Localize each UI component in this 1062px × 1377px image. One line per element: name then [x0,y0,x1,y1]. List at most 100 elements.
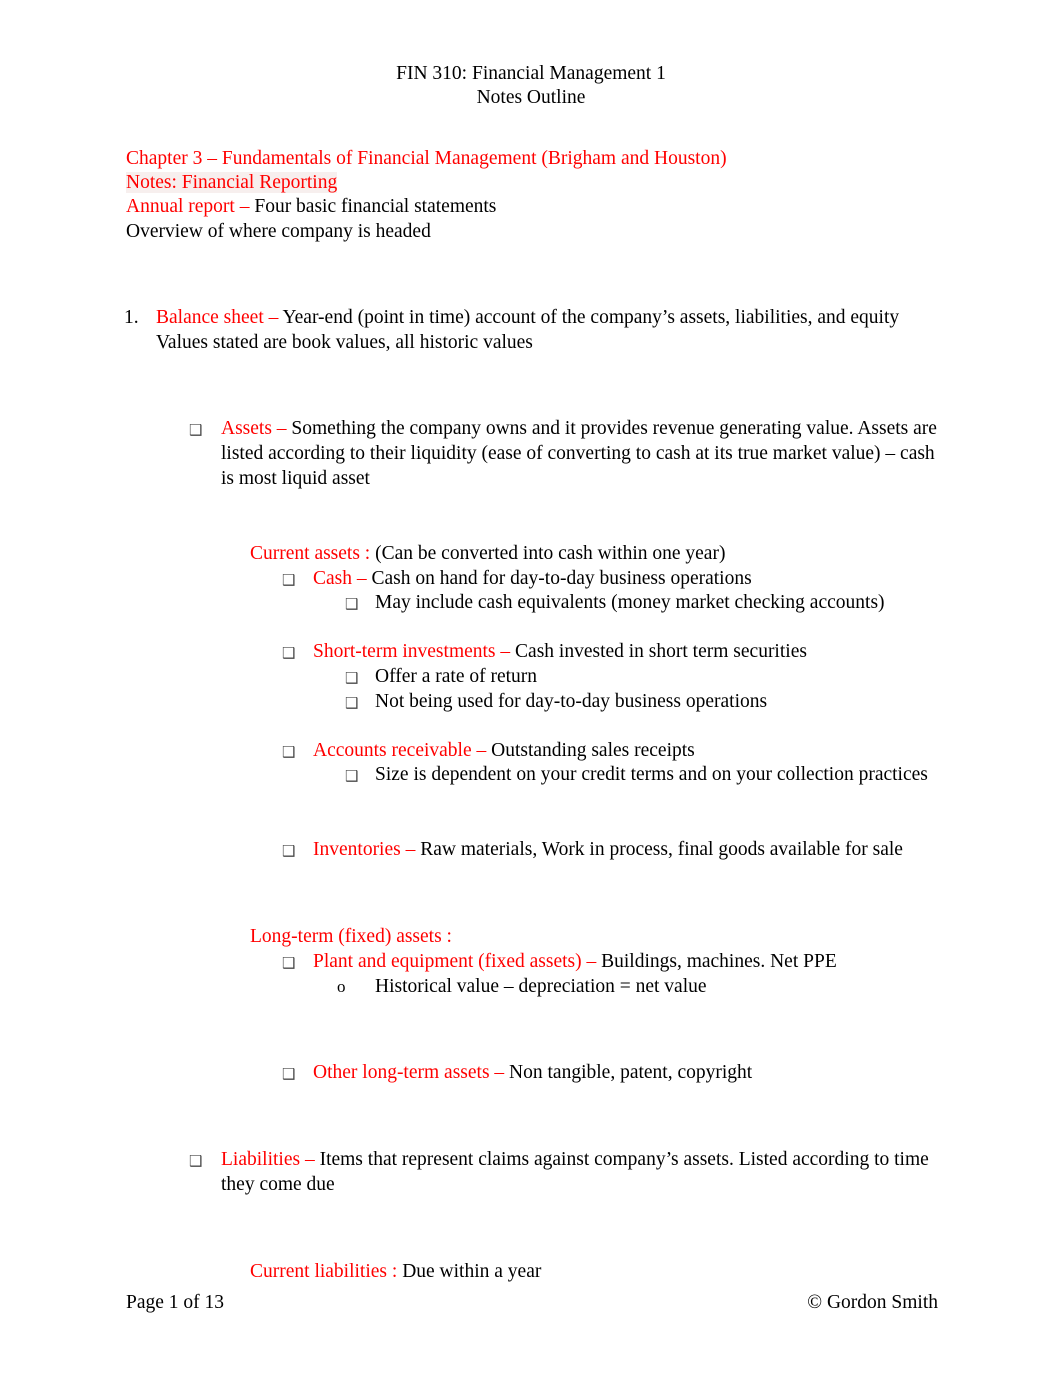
page-number: Page 1 of 13 [126,1292,225,1313]
bullet-text: Historical value – depreciation = net va… [375,975,707,997]
page-footer: Page 1 of 13 © Gordon Smith [126,1291,938,1315]
square-bullet-icon: ❑ [345,693,359,712]
cash-term: Cash – [313,567,372,589]
square-bullet-icon: ❑ [282,953,296,972]
bullet-text: Short-term investments – Cash invested i… [313,640,953,665]
bullet-text: Other long-term assets – Non tangible, p… [313,1061,953,1086]
short-term-investments-term: Short-term investments – [313,641,516,663]
liabilities-term: Liabilities – [221,1149,320,1171]
other-long-term-assets-term: Other long-term assets – [313,1062,510,1084]
notes-heading: Notes: Financial Reporting [126,172,338,194]
circle-marker-icon: o [337,976,346,996]
current-liabilities-term: Current liabilities : [250,1260,403,1282]
bullet-inventories: ❑ Inventories – Raw materials, Work in p… [282,838,953,863]
annual-report-line: Annual report – Four basic financial sta… [126,195,1006,219]
square-bullet-icon: ❑ [189,421,203,440]
chapter-heading: Chapter 3 – Fundamentals of Financial Ma… [126,148,727,169]
square-bullet-icon: ❑ [282,1065,296,1084]
inventories-definition: Raw materials, Work in process, final go… [420,839,903,861]
bullet-cash: ❑ Cash – Cash on hand for day-to-day bus… [282,567,953,592]
current-assets-heading-line: Current assets : (Can be converted into … [250,542,950,567]
bullet-text: Not being used for day-to-day business o… [375,690,768,712]
balance-sheet-term: Balance sheet – [156,306,283,328]
current-assets-term: Current assets : [250,542,376,564]
liabilities-definition: Items that represent claims against comp… [221,1149,929,1195]
notes-heading-line: Notes: Financial Reporting [126,171,1006,195]
bullet-text: May include cash equivalents (money mark… [375,592,885,614]
current-assets-definition: (Can be converted into cash within one y… [375,542,726,564]
long-term-assets-heading: Long-term (fixed) assets : [250,925,452,947]
annual-report-term: Annual report – [126,196,255,218]
square-bullet-icon: ❑ [282,570,296,589]
bullet-liabilities: ❑ Liabilities – Items that represent cla… [189,1148,947,1198]
square-bullet-icon: ❑ [282,644,296,663]
other-long-term-assets-definition: Non tangible, patent, copyright [509,1062,753,1084]
bullet-assets: ❑ Assets – Something the company owns an… [189,417,947,491]
bullet-text: Liabilities – Items that represent claim… [221,1148,947,1198]
outline-item-balance-sheet: 1. Balance sheet – Year-end (point in ti… [124,306,946,331]
plant-equipment-definition: Buildings, machines. Net PPE [601,950,837,972]
bullet-historical-value: o Historical value – depreciation = net … [337,975,950,1000]
square-bullet-icon: ❑ [282,842,296,861]
current-liabilities-definition: Due within a year [402,1260,542,1282]
document-page: FIN 310: Financial Management 1 Notes Ou… [0,0,1062,1377]
bullet-text: Inventories – Raw materials, Work in pro… [313,838,953,863]
assets-term: Assets – [221,418,292,440]
bullet-credit-terms: ❑ Size is dependent on your credit terms… [345,763,950,788]
square-bullet-icon: ❑ [345,595,359,614]
annual-report-definition: Four basic financial statements [254,196,497,218]
document-title: FIN 310: Financial Management 1 [396,63,666,84]
bullet-not-day-to-day: ❑ Not being used for day-to-day business… [345,690,950,715]
assets-definition: Something the company owns and it provid… [221,418,937,489]
overview-line: Overview of where company is headed [126,220,431,242]
bullet-text: Accounts receivable – Outstanding sales … [313,739,953,764]
document-subtitle: Notes Outline [476,86,586,108]
bullet-rate-of-return: ❑ Offer a rate of return [345,665,950,690]
square-bullet-icon: ❑ [345,668,359,687]
bullet-text: Offer a rate of return [375,665,538,687]
bullet-text: Cash – Cash on hand for day-to-day busin… [313,567,953,592]
balance-sheet-definition: Year-end (point in time) account of the … [282,306,900,328]
current-liabilities-line: Current liabilities : Due within a year [250,1260,950,1285]
bullet-other-long-term-assets: ❑ Other long-term assets – Non tangible,… [282,1061,953,1086]
page-content: FIN 310: Financial Management 1 Notes Ou… [0,0,1062,1285]
inventories-term: Inventories – [313,839,421,861]
bullet-accounts-receivable: ❑ Accounts receivable – Outstanding sale… [282,739,953,764]
list-marker: 1. [124,306,139,328]
bullet-short-term-investments: ❑ Short-term investments – Cash invested… [282,640,953,665]
balance-sheet-note: Values stated are book values, all histo… [156,331,533,353]
copyright-notice: © Gordon Smith [807,1292,938,1313]
cash-definition: Cash on hand for day-to-day business ope… [371,567,752,589]
outline-item-body: Balance sheet – Year-end (point in time)… [156,306,946,331]
bullet-cash-equivalents: ❑ May include cash equivalents (money ma… [345,591,950,616]
square-bullet-icon: ❑ [282,742,296,761]
plant-equipment-term: Plant and equipment (fixed assets) – [313,950,602,972]
square-bullet-icon: ❑ [345,767,359,786]
accounts-receivable-definition: Outstanding sales receipts [491,739,695,761]
bullet-text: Size is dependent on your credit terms a… [375,764,928,786]
short-term-investments-definition: Cash invested in short term securities [515,641,807,663]
accounts-receivable-term: Accounts receivable – [313,739,492,761]
bullet-text: Assets – Something the company owns and … [221,417,947,491]
bullet-plant-and-equipment: ❑ Plant and equipment (fixed assets) – B… [282,950,953,975]
bullet-text: Plant and equipment (fixed assets) – Bui… [313,950,953,975]
